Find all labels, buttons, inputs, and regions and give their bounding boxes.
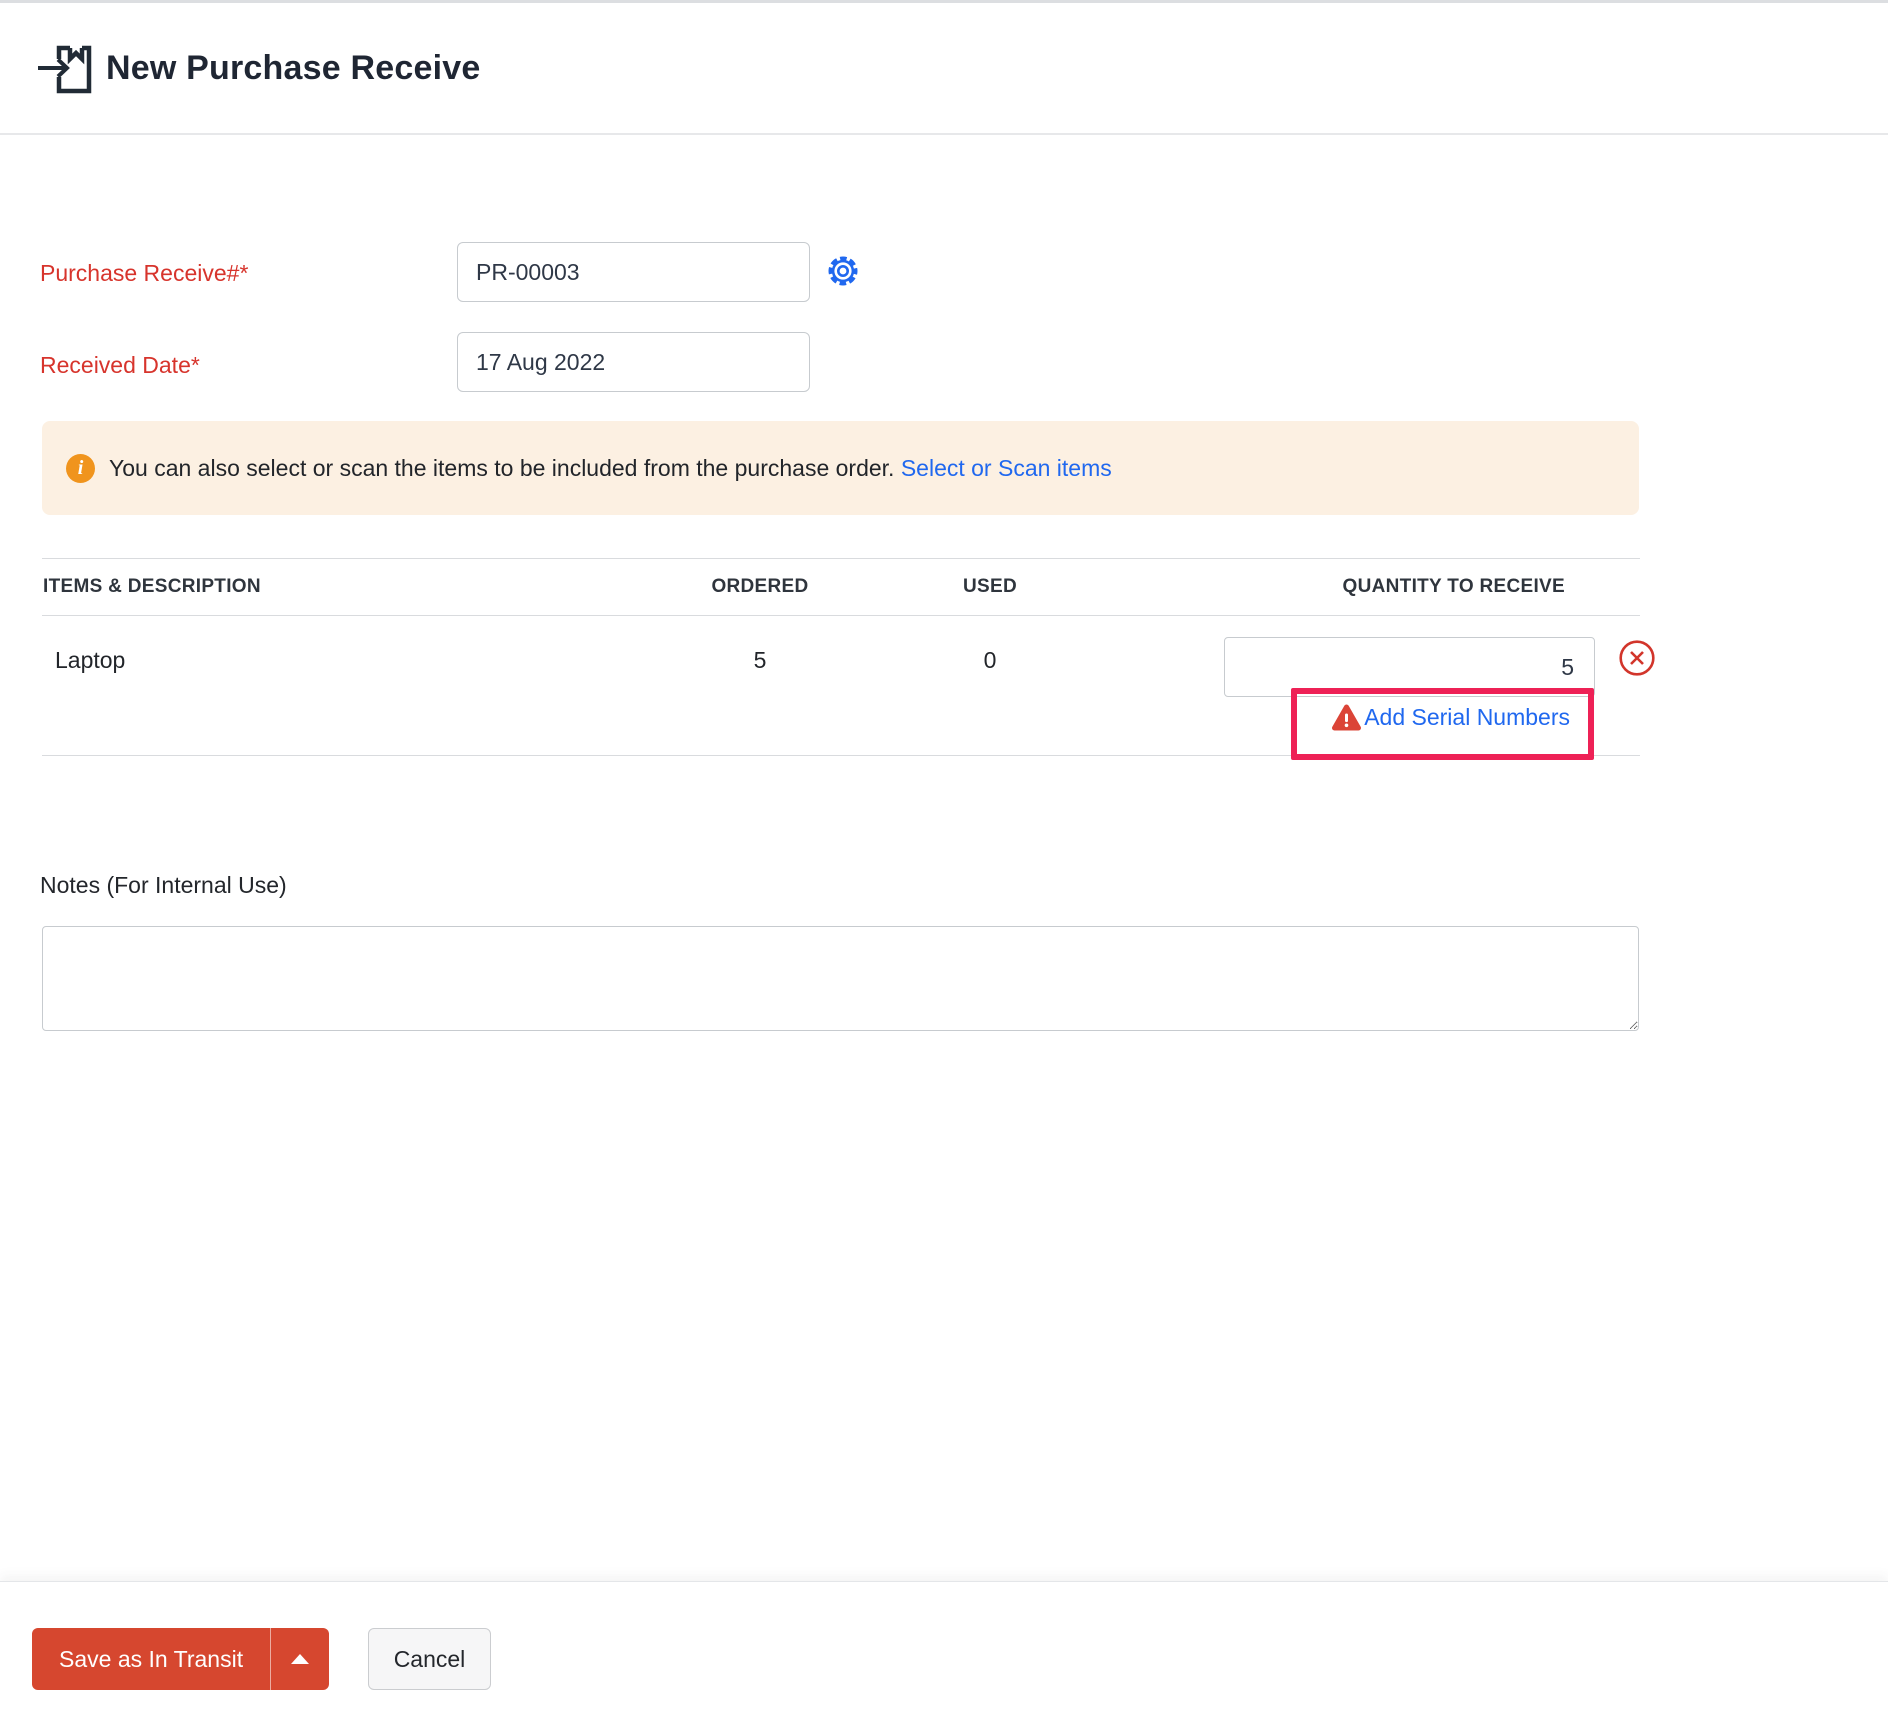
item-ordered: 5 xyxy=(753,647,767,673)
remove-row-icon[interactable] xyxy=(1617,638,1657,678)
banner-text: You can also select or scan the items to… xyxy=(109,455,1112,482)
cancel-button[interactable]: Cancel xyxy=(368,1628,491,1690)
purchase-receive-input[interactable] xyxy=(457,242,810,302)
received-date-input[interactable] xyxy=(457,332,810,392)
purchase-receive-label: Purchase Receive#* xyxy=(40,260,249,286)
select-or-scan-link[interactable]: Select or Scan items xyxy=(901,455,1112,481)
table-bottom-border xyxy=(42,755,1640,756)
page-title: New Purchase Receive xyxy=(106,48,481,87)
column-header-items: ITEMS & DESCRIPTION xyxy=(43,576,261,597)
warning-icon xyxy=(1332,704,1362,731)
save-as-in-transit-label[interactable]: Save as In Transit xyxy=(32,1628,270,1690)
notes-textarea[interactable] xyxy=(42,926,1639,1031)
info-icon: i xyxy=(66,453,95,483)
info-banner: i You can also select or scan the items … xyxy=(42,421,1639,515)
save-options-dropdown[interactable] xyxy=(271,1628,329,1690)
column-header-ordered: ORDERED xyxy=(711,576,809,597)
save-as-in-transit-button[interactable]: Save as In Transit xyxy=(32,1628,330,1690)
banner-message: You can also select or scan the items to… xyxy=(109,454,895,481)
received-date-label: Received Date* xyxy=(40,352,200,378)
table-header-border xyxy=(42,615,1640,616)
new-purchase-receive-page: New Purchase Receive Purchase Receive#* … xyxy=(0,0,1888,1710)
column-header-quantity: QUANTITY TO RECEIVE xyxy=(1342,576,1565,597)
add-serial-numbers-link[interactable]: Add Serial Numbers xyxy=(1331,703,1570,732)
quantity-to-receive-input[interactable] xyxy=(1224,637,1595,697)
gear-icon[interactable] xyxy=(826,254,860,288)
page-header: New Purchase Receive xyxy=(0,3,1888,135)
purchase-receive-icon xyxy=(36,42,92,94)
add-serial-numbers-label: Add Serial Numbers xyxy=(1364,704,1570,730)
footer-bar: Save as In Transit Cancel xyxy=(0,1581,1888,1710)
notes-label: Notes (For Internal Use) xyxy=(40,872,287,898)
column-header-used: USED xyxy=(963,576,1017,597)
item-used: 0 xyxy=(983,647,997,673)
caret-up-icon xyxy=(291,1654,310,1664)
item-name: Laptop xyxy=(55,647,126,673)
table-top-border xyxy=(42,558,1640,559)
